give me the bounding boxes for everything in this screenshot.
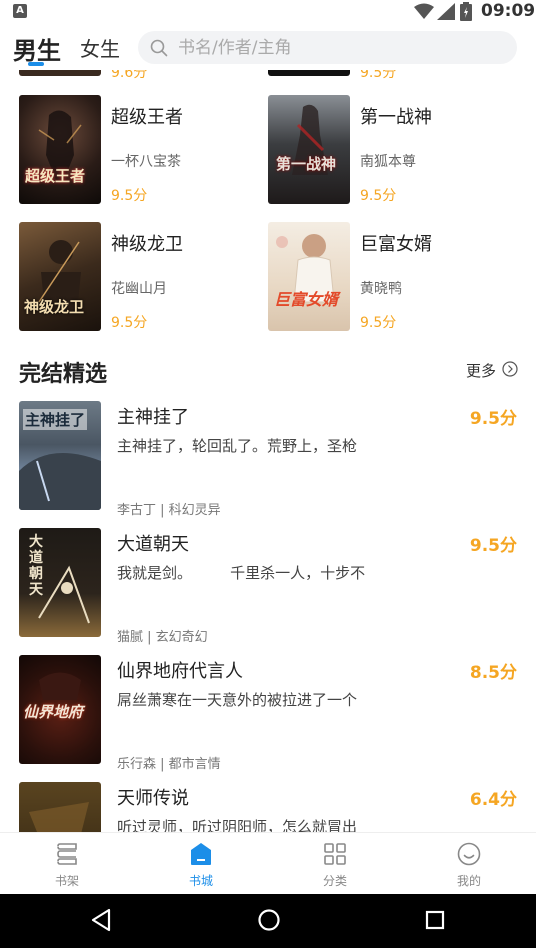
nav-label: 书城 [188, 874, 213, 888]
nav-bookshelf[interactable]: 书架 [0, 833, 134, 895]
book-cover[interactable]: 巨富女婿 [268, 222, 350, 331]
book-cover[interactable]: 仙界地府 [19, 655, 101, 764]
list-book-item[interactable]: 主神挂了 主神挂了 9.5分 主神挂了，轮回乱了。荒野上，圣枪 李古丁 | 科幻… [0, 401, 536, 528]
book-author: 黄晓鸭 [360, 281, 402, 297]
cover-title: 仙界地府 [23, 703, 84, 721]
profile-icon [457, 842, 481, 866]
cover-title: 大道朝天 [29, 534, 43, 598]
book-description: 主神挂了，轮回乱了。荒野上，圣枪 [117, 437, 358, 455]
search-input[interactable] [178, 35, 498, 60]
book-score: 9.5分 [360, 70, 397, 81]
nav-category[interactable]: 分类 [268, 833, 402, 895]
chevron-right-circle-icon[interactable] [502, 361, 518, 377]
wifi-icon [414, 3, 434, 19]
book-score: 9.5分 [360, 188, 397, 204]
cover-art [292, 104, 328, 175]
nav-bookstore[interactable]: 书城 [134, 833, 268, 895]
book-meta: 李古丁 | 科幻灵异 [117, 503, 221, 518]
book-score: 9.5分 [111, 315, 148, 331]
book-title: 仙界地府代言人 [117, 661, 243, 682]
bookstore-icon [191, 843, 211, 865]
book-score: 8.5分 [469, 663, 517, 683]
book-description: 我就是剑。 千里杀一人，十步不 [117, 564, 366, 582]
battery-icon [460, 2, 472, 21]
book-author: 花幽山月 [111, 281, 167, 297]
book-author: 一杯八宝茶 [111, 154, 181, 170]
nav-label: 书架 [54, 874, 79, 888]
book-score: 9.5分 [360, 315, 397, 331]
book-meta: 乐行森 | 都市言情 [117, 757, 221, 772]
book-title: 超级王者 [111, 107, 183, 128]
book-score: 9.6分 [111, 70, 148, 81]
grid-book-item[interactable]: 巨富女婿 巨富女婿 黄晓鸭 9.5分 [268, 222, 518, 334]
category-icon [324, 843, 346, 865]
nav-profile[interactable]: 我的 [402, 833, 536, 895]
book-meta: 猫腻 | 玄幻奇幻 [117, 630, 208, 645]
status-bar: A 09:09 [0, 0, 536, 24]
book-title: 神级龙卫 [111, 234, 183, 255]
cover-title: 第一战神 [276, 155, 337, 173]
list-book-item[interactable]: 大道朝天 大道朝天 9.5分 我就是剑。 千里杀一人，十步不 猫腻 | 玄幻奇幻 [0, 528, 536, 655]
book-cover[interactable]: 主神挂了 [19, 401, 101, 510]
section-title: 完结精选 [19, 362, 108, 387]
book-cover[interactable] [19, 782, 101, 832]
cover-art [276, 234, 335, 303]
cover-art [29, 802, 89, 832]
book-title: 主神挂了 [117, 407, 189, 428]
system-nav-bar [0, 894, 536, 948]
active-tab-indicator [28, 62, 44, 66]
cellular-icon [437, 3, 455, 20]
book-cover[interactable]: 大道朝天 [19, 528, 101, 637]
bookshelf-icon [57, 843, 77, 865]
cover-art [38, 110, 82, 180]
cover-title: 超级王者 [25, 167, 86, 185]
book-title: 大道朝天 [117, 534, 189, 555]
book-score: 6.4分 [469, 790, 517, 810]
app-screen: A 09:09 男生 女生 9.6分 9.5分 [0, 0, 536, 948]
book-title: 第一战神 [360, 107, 432, 128]
book-description: 屌丝萧寒在一天意外的被拉进了一个 [117, 691, 358, 709]
cover-title: 主神挂了 [23, 409, 88, 430]
book-cover[interactable]: 第一战神 [268, 95, 350, 204]
book-score: 9.5分 [469, 536, 517, 556]
bookstore-content: 9.6分 9.5分 超级王者 超级王者 一杯八宝茶 9.5分 第一战神 第一战神… [0, 70, 536, 832]
list-book-item[interactable]: 天师传说 6.4分 听过灵师，听过阴阳师，怎么就冒出 [0, 782, 536, 832]
notification-icon: A [13, 4, 27, 18]
book-cover[interactable]: 超级王者 [19, 95, 101, 204]
grid-book-item[interactable]: 神级龙卫 神级龙卫 花幽山月 9.5分 [19, 222, 269, 334]
grid-book-item[interactable]: 第一战神 第一战神 南狐本尊 9.5分 [268, 95, 518, 207]
book-cover[interactable] [268, 70, 350, 76]
tab-female[interactable]: 女生 [80, 33, 120, 62]
recents-icon[interactable] [425, 908, 445, 932]
bottom-nav: 书架 书城 分类 我的 [0, 832, 536, 894]
book-score: 9.5分 [469, 409, 517, 429]
book-score: 9.5分 [111, 188, 148, 204]
grid-book-item[interactable]: 超级王者 超级王者 一杯八宝茶 9.5分 [19, 95, 269, 207]
clock: 09:09 [481, 1, 536, 21]
cover-title: 巨富女婿 [274, 290, 339, 309]
book-cover[interactable]: 神级龙卫 [19, 222, 101, 331]
more-link[interactable]: 更多 [466, 360, 496, 381]
top-header: 男生 女生 [0, 24, 536, 70]
cover-title: 神级龙卫 [24, 298, 85, 316]
list-book-item[interactable]: 仙界地府 仙界地府代言人 8.5分 屌丝萧寒在一天意外的被拉进了一个 乐行森 |… [0, 655, 536, 782]
search-bar[interactable] [138, 31, 517, 64]
nav-label: 我的 [456, 874, 481, 888]
book-author: 南狐本尊 [360, 154, 416, 170]
home-icon[interactable] [257, 908, 281, 932]
tab-male[interactable]: 男生 [13, 31, 61, 66]
book-title: 天师传说 [117, 788, 189, 809]
nav-label: 分类 [322, 874, 347, 888]
book-description: 听过灵师，听过阴阳师，怎么就冒出 [117, 818, 358, 832]
search-icon [150, 39, 168, 57]
book-title: 巨富女婿 [360, 234, 432, 255]
back-icon[interactable] [90, 908, 112, 932]
book-cover[interactable] [19, 70, 101, 76]
